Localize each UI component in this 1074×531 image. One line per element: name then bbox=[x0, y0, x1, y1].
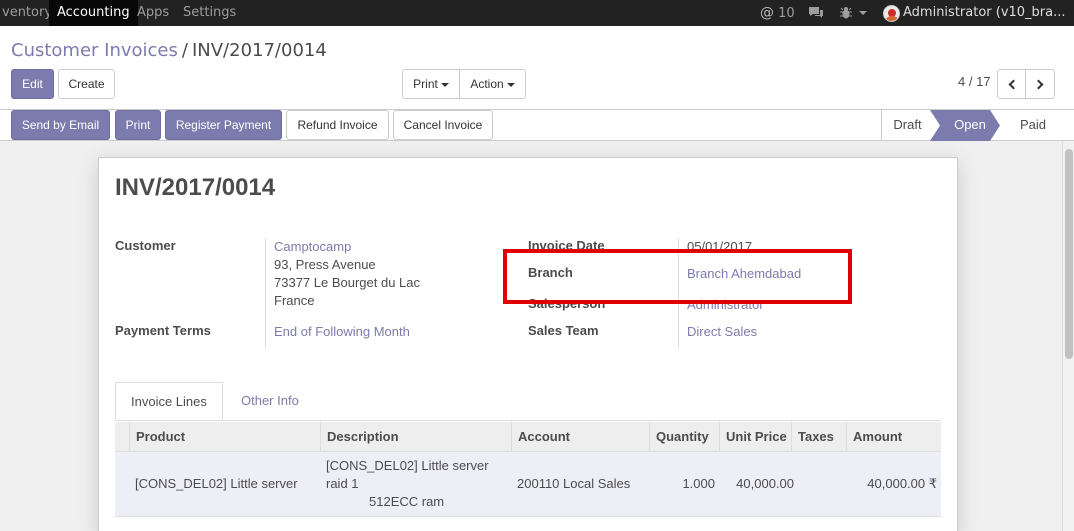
column-account[interactable]: Account bbox=[511, 422, 649, 452]
customer-address-line2: 73377 Le Bourget du Lac bbox=[274, 275, 421, 290]
column-product[interactable]: Product bbox=[129, 422, 336, 452]
column-quantity[interactable]: Quantity bbox=[649, 422, 719, 452]
row-unit-price: 40,000.00 bbox=[736, 476, 794, 491]
row-account: 200110 Local Sales bbox=[517, 476, 631, 491]
row-quantity: 1.000 bbox=[682, 476, 715, 491]
user-avatar bbox=[883, 5, 900, 22]
chevron-left-icon bbox=[1008, 79, 1018, 90]
debug-menu-button[interactable] bbox=[840, 0, 868, 26]
chat-button[interactable] bbox=[808, 0, 824, 26]
print-dropdown[interactable]: Print bbox=[402, 69, 460, 99]
stage-open[interactable]: Open bbox=[940, 110, 1000, 141]
refund-invoice-button[interactable]: Refund Invoice bbox=[286, 110, 389, 140]
tab-divider bbox=[115, 420, 941, 421]
highlight-box bbox=[503, 249, 852, 304]
customer-link[interactable]: Camptocamp bbox=[274, 239, 351, 254]
payment-terms-link[interactable]: End of Following Month bbox=[274, 324, 410, 339]
menu-accounting[interactable]: Accounting bbox=[49, 0, 138, 26]
table-row[interactable]: [CONS_DEL02] Little server [CONS_DEL02] … bbox=[115, 452, 941, 517]
tab-other-info[interactable]: Other Info bbox=[226, 382, 314, 420]
mentions-count: 10 bbox=[778, 6, 795, 21]
customer-address-line3: France bbox=[274, 293, 315, 308]
control-panel: Customer Invoices / INV/2017/0014 Edit Cre… bbox=[0, 26, 1074, 110]
customer-address-line1: 93, Press Avenue bbox=[274, 257, 376, 272]
pager-previous[interactable] bbox=[997, 69, 1026, 99]
column-amount[interactable]: Amount bbox=[846, 422, 941, 452]
print-dropdown-label: Print bbox=[413, 77, 438, 91]
breadcrumb: Customer Invoices / INV/2017/0014 bbox=[11, 40, 327, 61]
breadcrumb-separator: / bbox=[181, 40, 188, 61]
sales-team-label: Sales Team bbox=[528, 323, 599, 338]
column-unit-price[interactable]: Unit Price bbox=[719, 422, 791, 452]
menu-settings[interactable]: Settings bbox=[175, 0, 244, 26]
action-dropdown[interactable]: Action bbox=[459, 69, 526, 99]
invoice-lines-header: Product Description Account Quantity Uni… bbox=[115, 422, 941, 452]
chevron-down-icon bbox=[506, 82, 515, 87]
row-description-line1: [CONS_DEL02] Little server bbox=[326, 458, 489, 473]
action-dropdown-label: Action bbox=[470, 77, 504, 91]
user-name: Administrator (v10_bra... bbox=[903, 5, 1066, 20]
field-divider bbox=[265, 238, 266, 348]
payment-terms-label: Payment Terms bbox=[115, 323, 211, 338]
print-invoice-button[interactable]: Print bbox=[115, 110, 161, 140]
scrollbar-thumb[interactable] bbox=[1065, 149, 1073, 359]
at-icon: @ bbox=[760, 5, 774, 21]
row-product: [CONS_DEL02] Little server bbox=[135, 476, 298, 491]
create-button[interactable]: Create bbox=[58, 69, 115, 99]
pager-value[interactable]: 4 / 17 bbox=[958, 74, 991, 89]
breadcrumb-parent[interactable]: Customer Invoices bbox=[11, 40, 178, 61]
sales-team-link[interactable]: Direct Sales bbox=[687, 324, 757, 339]
stage-draft[interactable]: Draft bbox=[881, 110, 933, 141]
row-description-line2: raid 1 bbox=[326, 476, 359, 491]
mentions-button[interactable]: @ 10 bbox=[760, 0, 795, 26]
register-payment-button[interactable]: Register Payment bbox=[165, 110, 282, 140]
edit-button[interactable]: Edit bbox=[11, 69, 54, 99]
stage-paid[interactable]: Paid bbox=[1007, 110, 1059, 141]
user-menu[interactable]: Administrator (v10_bra... bbox=[903, 0, 1074, 41]
invoice-number: INV/2017/0014 bbox=[115, 174, 276, 201]
bug-icon bbox=[840, 7, 852, 19]
chat-icon bbox=[809, 7, 823, 18]
scrollbar[interactable] bbox=[1062, 141, 1074, 531]
tab-invoice-lines[interactable]: Invoice Lines bbox=[115, 382, 223, 420]
row-amount: 40,000.00 ₹ bbox=[867, 476, 937, 491]
cancel-invoice-button[interactable]: Cancel Invoice bbox=[393, 110, 493, 140]
breadcrumb-current: INV/2017/0014 bbox=[191, 40, 327, 61]
column-description[interactable]: Description bbox=[320, 422, 511, 452]
form-statusbar: Send by Email Print Register Payment Ref… bbox=[0, 110, 1074, 141]
top-navbar: ventory Accounting Apps Settings @ 10 Ad… bbox=[0, 0, 1074, 41]
send-by-email-button[interactable]: Send by Email bbox=[11, 110, 110, 140]
column-taxes[interactable]: Taxes bbox=[791, 422, 846, 452]
invoice-sheet: INV/2017/0014 Customer Camptocamp 93, Pr… bbox=[98, 157, 958, 531]
customer-label: Customer bbox=[115, 238, 176, 253]
menu-apps[interactable]: Apps bbox=[129, 0, 177, 26]
chevron-right-icon bbox=[1033, 79, 1044, 90]
pager-next[interactable] bbox=[1025, 69, 1055, 99]
row-description-line3: 512ECC ram bbox=[369, 494, 445, 509]
chevron-down-icon bbox=[440, 82, 449, 87]
